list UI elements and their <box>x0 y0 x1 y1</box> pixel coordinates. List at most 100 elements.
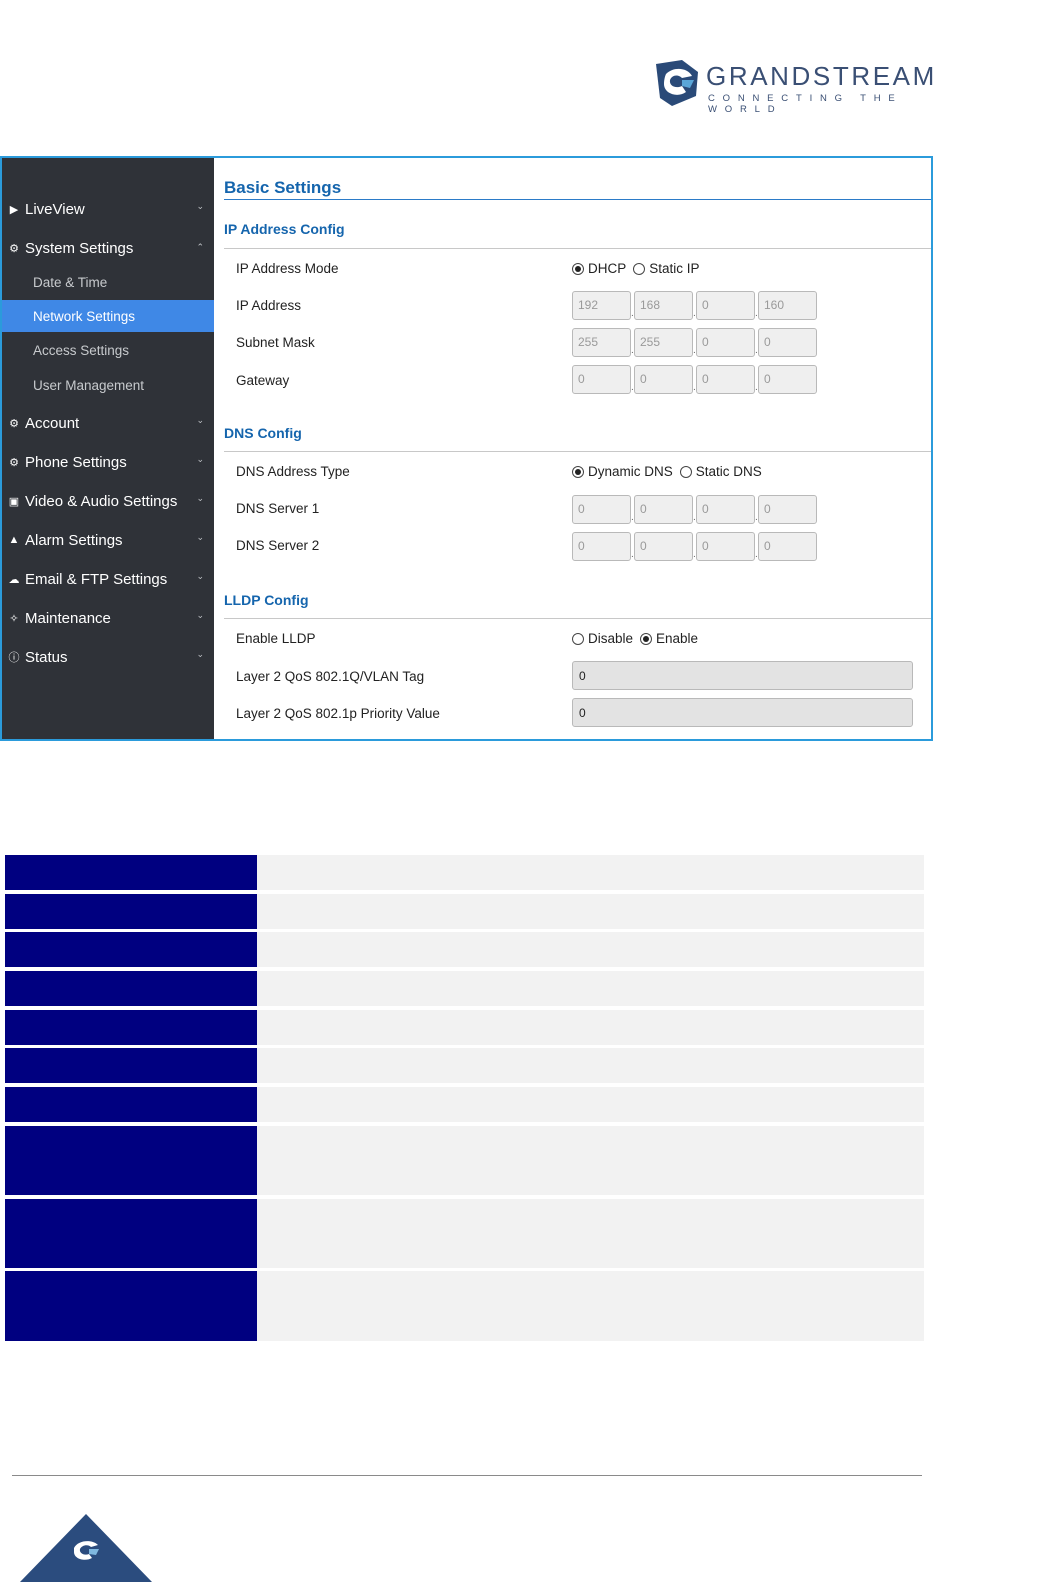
priority-value-input[interactable]: 0 <box>572 698 913 727</box>
static-dns-radio[interactable] <box>679 465 692 478</box>
subnet-octet-3[interactable]: 0 <box>696 328 755 357</box>
main-content: Basic Settings IP Address Config IP Addr… <box>214 158 931 739</box>
chevron-down-icon: ⌄ <box>196 571 204 581</box>
sidebar-item-alarm-settings[interactable]: ▲ Alarm Settings ⌄ <box>2 525 214 555</box>
brand-name: GRANDSTREAM <box>706 61 937 91</box>
ip-octet-3[interactable]: 0 <box>696 291 755 320</box>
sidebar-subitem-network-settings[interactable]: Network Settings <box>2 300 214 332</box>
subnet-octet-2[interactable]: 255 <box>634 328 693 357</box>
ip-octet-4[interactable]: 160 <box>758 291 817 320</box>
footer-divider <box>12 1475 922 1476</box>
wrench-icon: ✧ <box>9 612 19 625</box>
title-divider <box>224 199 931 200</box>
vlan-tag-input[interactable]: 0 <box>572 661 913 690</box>
footer-logo-badge <box>20 1514 152 1582</box>
sidebar-item-email-ftp-settings[interactable]: ☁ Email & FTP Settings ⌄ <box>2 564 214 594</box>
dhcp-radio-label[interactable]: DHCP <box>588 261 626 276</box>
ip-octet-2[interactable]: 168 <box>634 291 693 320</box>
subnet-octet-1[interactable]: 255 <box>572 328 631 357</box>
sidebar-item-label: Video & Audio Settings <box>25 492 178 510</box>
table-header-cell <box>5 971 257 1006</box>
dns-server-1-field: 0. 0. 0. 0 <box>572 495 817 524</box>
sidebar-item-label: Phone Settings <box>25 453 127 471</box>
static-dns-radio-label[interactable]: Static DNS <box>696 464 762 479</box>
section-heading-ip: IP Address Config <box>224 221 345 237</box>
sidebar-item-system-settings[interactable]: ⚙ System Settings ⌃ <box>2 233 214 263</box>
dns1-octet-3[interactable]: 0 <box>696 495 755 524</box>
gear-icon: ⚙ <box>9 242 19 255</box>
bell-icon: ▲ <box>8 534 20 546</box>
ip-address-field: 192. 168. 0. 160 <box>572 291 817 320</box>
gateway-octet-2[interactable]: 0 <box>634 365 693 394</box>
sidebar-item-phone-settings[interactable]: ⚙ Phone Settings ⌄ <box>2 447 214 477</box>
camera-icon: ▣ <box>8 495 20 508</box>
info-icon: ⓘ <box>8 652 20 664</box>
sidebar-item-liveview[interactable]: ▶ LiveView ⌄ <box>2 194 214 224</box>
static-ip-radio-label[interactable]: Static IP <box>649 261 699 276</box>
table-header-cell <box>5 1126 257 1195</box>
dns2-octet-3[interactable]: 0 <box>696 532 755 561</box>
table-cell <box>257 1048 924 1083</box>
ip-mode-radio-group: DHCP Static IP <box>572 261 707 276</box>
ip-address-label: IP Address <box>236 298 302 313</box>
section-divider <box>224 618 931 619</box>
table-header-cell <box>5 855 257 890</box>
sidebar-subitem-label: Date & Time <box>33 274 108 290</box>
sidebar-item-video-audio-settings[interactable]: ▣ Video & Audio Settings ⌄ <box>2 486 214 516</box>
sidebar-item-label: Maintenance <box>25 609 111 627</box>
dns1-octet-4[interactable]: 0 <box>758 495 817 524</box>
chevron-down-icon: ⌄ <box>196 454 204 464</box>
table-header-cell <box>5 1271 257 1341</box>
dhcp-radio[interactable] <box>572 262 584 275</box>
dns-server-1-label: DNS Server 1 <box>236 501 320 516</box>
table-row <box>5 971 924 1006</box>
chevron-down-icon: ⌄ <box>196 532 204 542</box>
enable-lldp-label: Enable LLDP <box>236 631 316 646</box>
sidebar-item-maintenance[interactable]: ✧ Maintenance ⌄ <box>2 603 214 633</box>
dns2-octet-1[interactable]: 0 <box>572 532 631 561</box>
dns2-octet-2[interactable]: 0 <box>634 532 693 561</box>
dns2-octet-4[interactable]: 0 <box>758 532 817 561</box>
gateway-field: 0. 0. 0. 0 <box>572 365 817 394</box>
dns-type-radio-group: Dynamic DNS Static DNS <box>572 464 769 479</box>
table-header-cell <box>5 1087 257 1122</box>
table-row <box>5 932 924 967</box>
table-cell <box>257 855 924 890</box>
table-cell <box>257 1126 924 1195</box>
gateway-octet-1[interactable]: 0 <box>572 365 631 394</box>
sidebar-subitem-user-management[interactable]: User Management <box>2 369 214 401</box>
table-row <box>5 1271 924 1341</box>
settings-screenshot: ▶ LiveView ⌄ ⚙ System Settings ⌃ Date & … <box>0 156 933 741</box>
dynamic-dns-radio[interactable] <box>572 465 584 478</box>
dns-server-2-field: 0. 0. 0. 0 <box>572 532 817 561</box>
chevron-down-icon: ⌄ <box>196 415 204 425</box>
subnet-octet-4[interactable]: 0 <box>758 328 817 357</box>
table-header-cell <box>5 932 257 967</box>
sidebar-subitem-date-time[interactable]: Date & Time <box>2 266 214 298</box>
sidebar-subitem-access-settings[interactable]: Access Settings <box>2 334 214 366</box>
page-title: Basic Settings <box>224 178 342 197</box>
lldp-disable-radio[interactable] <box>572 632 584 645</box>
lldp-enable-radio[interactable] <box>640 632 653 645</box>
table-row <box>5 1048 924 1083</box>
lldp-enable-radio-label[interactable]: Enable <box>656 631 698 646</box>
static-ip-radio[interactable] <box>633 262 646 275</box>
gateway-octet-3[interactable]: 0 <box>696 365 755 394</box>
table-row <box>5 1010 924 1045</box>
section-heading-dns: DNS Config <box>224 425 302 441</box>
lldp-disable-radio-label[interactable]: Disable <box>588 631 633 646</box>
ip-octet-1[interactable]: 192 <box>572 291 631 320</box>
sidebar-item-label: LiveView <box>25 200 85 218</box>
sidebar-item-account[interactable]: ⚙ Account ⌄ <box>2 408 214 438</box>
sidebar-item-label: Status <box>25 648 68 666</box>
table-row <box>5 1087 924 1122</box>
dynamic-dns-radio-label[interactable]: Dynamic DNS <box>588 464 673 479</box>
dns1-octet-2[interactable]: 0 <box>634 495 693 524</box>
dns1-octet-1[interactable]: 0 <box>572 495 631 524</box>
sidebar-item-status[interactable]: ⓘ Status ⌄ <box>2 642 214 672</box>
chevron-up-icon: ⌃ <box>196 242 204 252</box>
gateway-octet-4[interactable]: 0 <box>758 365 817 394</box>
priority-value-label: Layer 2 QoS 802.1p Priority Value <box>236 706 440 721</box>
table-cell <box>257 894 924 929</box>
video-icon: ▶ <box>9 203 19 216</box>
